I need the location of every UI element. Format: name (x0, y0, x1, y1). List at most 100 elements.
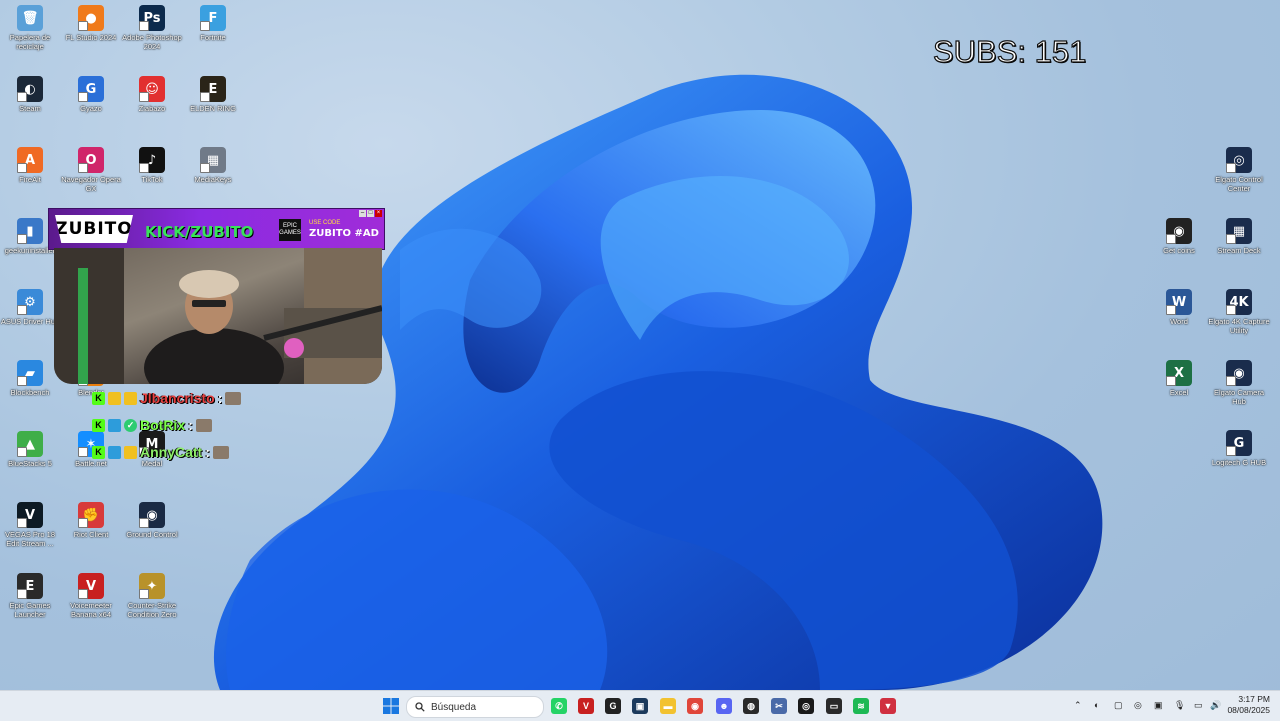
app-icon: ✊ (78, 502, 104, 528)
terminal-icon[interactable]: ▭ (826, 698, 842, 714)
network-icon[interactable]: ▭ (1194, 700, 1203, 711)
taskbar-search[interactable]: Búsqueda (406, 696, 544, 718)
desktop-icon-label: Ground Control (126, 530, 178, 539)
minimize-icon[interactable]: – (359, 210, 366, 217)
desktop-icon-label: Logitech G HUB (1211, 458, 1267, 467)
desktop-icon[interactable]: ◉ Ground Control (121, 502, 183, 539)
chat-emote-icon (195, 418, 212, 432)
desktop-icon[interactable]: ✊ Riot Client (60, 502, 122, 539)
desktop-icon[interactable]: 4K Elgato 4K Capture Utility (1208, 289, 1270, 335)
desktop-icon-label: Papelera de reciclaje (9, 33, 51, 51)
desktop-icon[interactable]: W Word (1148, 289, 1210, 326)
close-icon[interactable]: × (375, 210, 382, 217)
voicemeeter-taskbar-icon[interactable]: V (578, 698, 594, 714)
creator-code: ZUBITO #AD (309, 228, 379, 239)
app-icon: 4K (1226, 289, 1252, 315)
ground-control-taskbar-icon[interactable]: ◎ (798, 698, 814, 714)
desktop-icon-label: ELDEN RING (190, 104, 236, 113)
tray-app-icon[interactable]: ▣ (1154, 700, 1163, 711)
app-icon: G (78, 76, 104, 102)
desktop-icon[interactable]: ▦ MediaKeys (182, 147, 244, 184)
desktop-icon[interactable]: ▦ Stream Deck (1208, 218, 1270, 255)
desktop-icon[interactable]: G Gyazo (60, 76, 122, 113)
maximize-icon[interactable]: □ (367, 210, 374, 217)
chat-username: AnnyCatt (140, 444, 203, 460)
verified-badge-icon: ✓ (124, 418, 137, 432)
app-icon: E (200, 76, 226, 102)
desktop-icon[interactable]: G Logitech G HUB (1208, 430, 1270, 467)
desktop-icon-label: Elgato Control Center (1215, 175, 1263, 193)
discord-icon[interactable]: ☻ (716, 698, 732, 714)
app-icon: ☺ (139, 76, 165, 102)
desktop-icon[interactable]: ▲ BlueStacks 5 (0, 431, 61, 468)
desktop-icon[interactable]: A FireAlt (0, 147, 61, 184)
desktop-icon-label: Battle.net (75, 459, 107, 468)
microphone-icon[interactable]: 🎙 (1174, 700, 1185, 711)
spotify-icon[interactable]: ≋ (853, 698, 869, 714)
desktop-icon[interactable]: ◎ Elgato Control Center (1208, 147, 1270, 193)
chat-emote-icon (225, 391, 242, 405)
app-icon: ◐ (17, 76, 43, 102)
app-icon: V (17, 502, 43, 528)
desktop-icon[interactable]: V VEGAS Pro 18 Edit Stream ... (0, 502, 61, 548)
app-icon: 🗑 (17, 5, 43, 31)
desktop-icon[interactable]: ◐ Steam (0, 76, 61, 113)
desktop-icon[interactable]: Ps Adobe Photoshop 2024 (121, 5, 183, 51)
taskbar-clock[interactable]: 3:17 PM 08/08/2025 (1227, 694, 1270, 716)
desktop-icon[interactable]: X Excel (1148, 360, 1210, 397)
desktop-icon[interactable]: O Navegador Opera GX (60, 147, 122, 193)
kick-badge-icon: K (92, 418, 105, 432)
chrome-icon[interactable]: ◉ (687, 698, 703, 714)
app-icon: ▦ (1226, 218, 1252, 244)
desktop-icon[interactable]: V Voicemeeter Banana x64 (60, 573, 122, 619)
desktop-icon-label: Navegador Opera GX (61, 175, 121, 193)
taskbar: Búsqueda ✆ V G ▣ ▬ ◉ ☻ ◍ ✂ ◎ ▭ ≋ ▼ ⌃ ◐ ▢ ◎ ▣ 🎙 ▭ 🔊 3… (0, 690, 1280, 721)
webcam-video (54, 248, 382, 384)
desktop-icon[interactable]: ◉ Get coins (1148, 218, 1210, 255)
file-explorer-icon[interactable]: ▬ (660, 698, 676, 714)
tray-app-icon[interactable]: ◎ (1134, 700, 1142, 711)
webcam-overlay: ZUBITO KICK/ZUBITO EPIC GAMES USE CODE Z… (48, 208, 385, 384)
desktop-icon[interactable]: ♪ TikTok (121, 147, 183, 184)
g-app-icon[interactable]: G (605, 698, 621, 714)
overlay-window-controls: – □ × (359, 210, 382, 217)
app-icon: ◉ (1166, 218, 1192, 244)
app-icon: ▮ (17, 218, 43, 244)
webcam-scene (54, 248, 382, 384)
start-button[interactable] (383, 698, 399, 714)
desktop-icon[interactable]: ✦ Counter-Strike Condition Zero (121, 573, 183, 619)
tray-app-icon[interactable]: ◐ (1094, 700, 1099, 710)
app-icon: G (1226, 430, 1252, 456)
riot-taskbar-icon[interactable]: ▼ (880, 698, 896, 714)
desktop-icon[interactable]: F Fortnite (182, 5, 244, 42)
app-icon: ▲ (17, 431, 43, 457)
app-icon: ⚙ (17, 289, 43, 315)
desktop-icon[interactable]: E ELDEN RING (182, 76, 244, 113)
desktop-icon-label: Get coins (1163, 246, 1195, 255)
kick-badge-icon: K (92, 445, 105, 459)
desktop-icon[interactable]: ☺ Ziabazo (121, 76, 183, 113)
app-dark-icon[interactable]: ▣ (632, 698, 648, 714)
desktop-icon-label: TikTok (141, 175, 163, 184)
desktop-icon-label: Blockbench (10, 388, 50, 397)
desktop-icon[interactable]: 🗑 Papelera de reciclaje (0, 5, 61, 51)
desktop-icon[interactable]: ◉ Elgato Camera Hub (1208, 360, 1270, 406)
app-icon: V (78, 573, 104, 599)
app-icon: F (200, 5, 226, 31)
chat-message: K Jlbancristo: (92, 390, 242, 406)
sub-badge-icon (108, 445, 121, 459)
desktop-icon[interactable]: ● FL Studio 2024 (60, 5, 122, 42)
snipping-tool-icon[interactable]: ✂ (771, 698, 787, 714)
chevron-up-icon[interactable]: ⌃ (1074, 700, 1082, 711)
desktop-icon[interactable]: E Epic Games Launcher (0, 573, 61, 619)
desktop-icon-label: Elgato Camera Hub (1213, 388, 1265, 406)
whatsapp-icon[interactable]: ✆ (551, 698, 567, 714)
search-icon (415, 702, 425, 712)
volume-icon[interactable]: 🔊 (1210, 700, 1221, 711)
clock-date: 08/08/2025 (1227, 705, 1270, 715)
desktop-icon-label: Ziabazo (138, 104, 166, 113)
desktop-icon-label: Medal (141, 459, 163, 468)
obs-icon[interactable]: ◍ (743, 698, 759, 714)
app-icon: ◉ (1226, 360, 1252, 386)
tray-app-icon[interactable]: ▢ (1114, 700, 1123, 711)
